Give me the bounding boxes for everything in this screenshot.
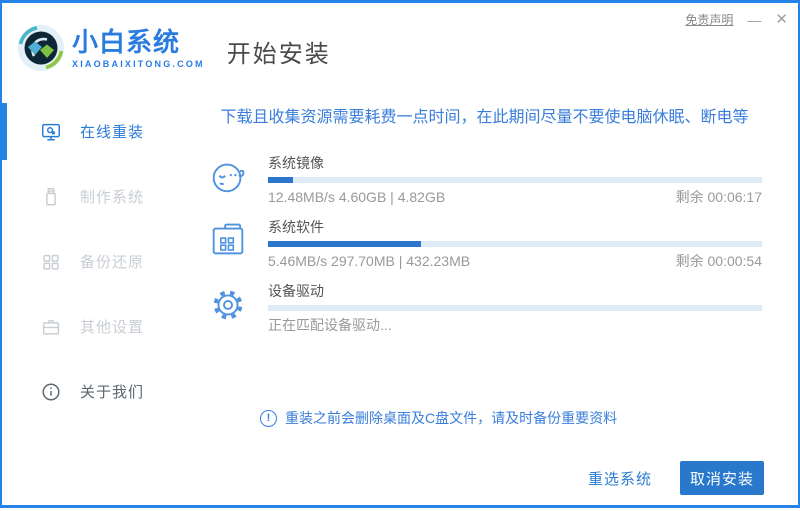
progress-fill — [268, 241, 422, 247]
gear-icon — [207, 283, 249, 325]
brand-name: 小白系统 — [72, 26, 181, 57]
brand-text: 小白系统 XIAOBAIXITONG.COM — [72, 28, 205, 69]
task-detail: 12.48MB/s 4.60GB | 4.82GB — [268, 189, 446, 205]
usb-drive-icon — [40, 186, 62, 208]
warning-text: 下载且收集资源需要耗费一点时间，在此期间尽量不要使电脑休眠、断电等 — [220, 109, 749, 126]
sidebar-item-label: 备份还原 — [80, 254, 145, 271]
task-detail: 5.46MB/s 297.70MB | 432.23MB — [268, 253, 471, 269]
task-name: 系统镜像 — [268, 155, 324, 171]
backup-blocks-icon — [40, 251, 62, 273]
monitor-online-icon — [40, 121, 62, 143]
sidebar-item-label: 其他设置 — [80, 319, 145, 336]
sidebar-item-backup-restore[interactable]: 备份还原 — [2, 229, 192, 294]
footer-actions: 重选系统 取消安装 — [588, 461, 764, 495]
disclaimer-link[interactable]: 免责声明 — [685, 11, 733, 28]
task-row-system-image: 系统镜像 12.48MB/s 4.60GB | 4.82GB 剩余 00:06:… — [207, 155, 762, 206]
task-remaining: 剩余 00:06:17 — [675, 189, 762, 205]
task-list: 系统镜像 12.48MB/s 4.60GB | 4.82GB 剩余 00:06:… — [207, 155, 762, 334]
notice-text: 重装之前会删除桌面及C盘文件，请及时备份重要资料 — [285, 410, 618, 426]
close-icon[interactable]: ✕ — [775, 12, 788, 27]
info-circle-icon — [40, 381, 62, 403]
sidebar: 在线重装 制作系统 备份还原 其他设置 关于我们 — [2, 93, 192, 511]
briefcase-icon — [40, 316, 62, 338]
notice-bar: ! 重装之前会删除桌面及C盘文件，请及时备份重要资料 — [260, 408, 762, 428]
cancel-install-button[interactable]: 取消安装 — [680, 461, 764, 495]
folder-apps-icon — [207, 219, 249, 261]
task-name: 设备驱动 — [268, 283, 324, 299]
reselect-system-button[interactable]: 重选系统 — [588, 468, 652, 489]
progress-bar — [268, 177, 762, 183]
titlebar: 免责声明 — ✕ — [685, 11, 788, 28]
task-row-device-driver: 设备驱动 正在匹配设备驱动... — [207, 283, 762, 334]
sidebar-item-make-system[interactable]: 制作系统 — [2, 164, 192, 229]
header: 小白系统 XIAOBAIXITONG.COM 开始安装 — [2, 3, 798, 93]
progress-fill — [268, 177, 293, 183]
sidebar-item-label: 关于我们 — [80, 384, 145, 401]
task-row-system-software: 系统软件 5.46MB/s 297.70MB | 432.23MB 剩余 00:… — [207, 219, 762, 270]
sidebar-item-online-reinstall[interactable]: 在线重装 — [2, 99, 192, 164]
minimize-icon[interactable]: — — [747, 13, 761, 27]
task-name: 系统软件 — [268, 219, 324, 235]
task-detail: 正在匹配设备驱动... — [268, 317, 392, 333]
app-window: 免责声明 — ✕ 小白系统 XIAOBAIXITONG.COM 开始安装 在线重… — [0, 0, 800, 508]
task-remaining: 剩余 00:00:54 — [675, 253, 762, 269]
sidebar-item-about-us[interactable]: 关于我们 — [2, 359, 192, 424]
exclamation-circle-icon: ! — [260, 409, 277, 427]
face-mascot-icon — [207, 155, 249, 197]
main-panel: 下载且收集资源需要耗费一点时间，在此期间尽量不要使电脑休眠、断电等 系统镜像 1… — [192, 93, 798, 511]
sidebar-item-label: 在线重装 — [80, 124, 145, 141]
progress-bar — [268, 305, 762, 311]
brand-logo-icon — [17, 24, 65, 72]
brand-domain: XIAOBAIXITONG.COM — [72, 58, 205, 69]
sidebar-item-label: 制作系统 — [80, 189, 145, 206]
progress-bar — [268, 241, 762, 247]
active-indicator — [2, 103, 7, 160]
sidebar-item-other-settings[interactable]: 其他设置 — [2, 294, 192, 359]
page-title: 开始安装 — [226, 40, 331, 68]
